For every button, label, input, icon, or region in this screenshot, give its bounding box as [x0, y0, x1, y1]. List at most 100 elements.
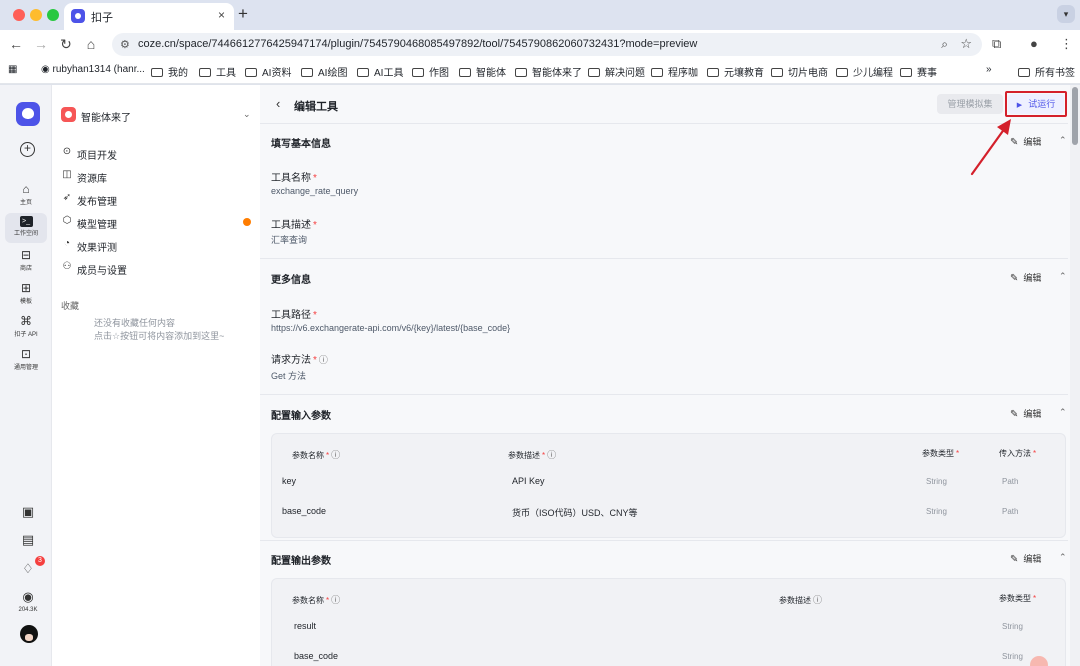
- window-minimize-button[interactable]: [30, 9, 42, 21]
- table-cell-type: String: [926, 507, 947, 516]
- library-icon: ◫: [62, 169, 72, 180]
- cube-icon: ⬡: [62, 215, 72, 226]
- browser-tab[interactable]: 扣子 ×: [64, 3, 234, 30]
- scrollbar-thumb[interactable]: [1072, 87, 1078, 145]
- edit-input-button[interactable]: ✎ 编辑: [1010, 407, 1041, 420]
- table-cell-method: Path: [1002, 507, 1019, 516]
- bookmark-folder[interactable]: AI绘图: [301, 64, 347, 79]
- bookmarks-overflow-button[interactable]: »: [986, 64, 992, 75]
- bell-icon[interactable]: ♢: [20, 561, 36, 577]
- bookmark-folder[interactable]: 我的: [151, 64, 188, 79]
- collapse-chevron-icon[interactable]: ⌃: [1059, 271, 1067, 282]
- edit-more-button[interactable]: ✎ 编辑: [1010, 271, 1041, 284]
- app-rail: + ⌂ 主页 >_ 工作空间 ⊟ 商店 ⊞ 模板 ⌘ 扣子 API ⊡ 通用管理…: [0, 85, 52, 666]
- zoom-icon[interactable]: ⌕: [941, 37, 948, 52]
- sidebar-item-evaluation[interactable]: ◔ 效果评测: [60, 235, 254, 255]
- section-title-input: 配置输入参数: [271, 411, 331, 422]
- sidebar-item-library[interactable]: ◫ 资源库: [60, 166, 254, 186]
- info-icon[interactable]: ⓘ: [813, 595, 822, 605]
- table-cell-type: String: [1002, 652, 1023, 661]
- info-icon[interactable]: ⓘ: [331, 450, 340, 460]
- home-icon[interactable]: ⌂: [83, 36, 99, 52]
- edit-basic-button[interactable]: ✎ 编辑: [1010, 135, 1041, 148]
- workspace-icon: [61, 107, 76, 122]
- window-zoom-button[interactable]: [47, 9, 59, 21]
- site-settings-icon[interactable]: ⚙: [120, 38, 130, 51]
- tool-name-value: exchange_rate_query: [271, 186, 359, 196]
- rail-item-general[interactable]: ⊡ 通用管理: [5, 345, 47, 375]
- bookmark-folder[interactable]: 元壤教育: [707, 64, 764, 79]
- info-icon[interactable]: ⓘ: [547, 450, 556, 460]
- template-icon: ⊞: [20, 281, 32, 295]
- bookmark-folder[interactable]: AI工具: [357, 64, 403, 79]
- qr-code-icon[interactable]: ▣: [20, 504, 36, 520]
- bookmark-folder[interactable]: 赛事: [900, 64, 937, 79]
- bookmark-folder[interactable]: 少儿编程: [836, 64, 893, 79]
- tab-search-icon[interactable]: ▾: [1057, 5, 1075, 23]
- bookmark-folder[interactable]: 解决问题: [588, 64, 645, 79]
- bookmark-folder[interactable]: 智能体: [459, 64, 506, 79]
- page-header: ‹ 编辑工具 管理模拟集 ▶ 试运行: [260, 85, 1068, 123]
- table-cell-desc: 货币（ISO代码）USD、CNY等: [512, 508, 638, 518]
- home-icon: ⌂: [22, 182, 30, 196]
- forward-arrow-icon[interactable]: →: [33, 36, 49, 52]
- all-bookmarks-folder[interactable]: 所有书签: [1018, 64, 1075, 79]
- sidebar-item-models[interactable]: ⬡ 模型管理: [60, 212, 254, 232]
- rocket-icon: ➶: [62, 192, 72, 203]
- manage-mock-set-button[interactable]: 管理模拟集: [937, 94, 1003, 114]
- main-content: ‹ 编辑工具 管理模拟集 ▶ 试运行 填写基本信息 ✎ 编辑 ⌃ 工具名称 * exc…: [260, 85, 1080, 666]
- bookmark-folder[interactable]: AI资料: [245, 64, 291, 79]
- address-bar[interactable]: ⚙ coze.cn/space/7446612776425947174/plug…: [112, 33, 982, 56]
- chevron-down-icon[interactable]: ⌄: [243, 109, 251, 120]
- bookmark-folder[interactable]: 工具: [199, 64, 236, 79]
- edit-icon: ✎: [1010, 554, 1019, 565]
- input-params-table: 参数名称 * ⓘ 参数描述 * ⓘ 参数类型 * 传入方法 * key API Key St…: [271, 433, 1066, 538]
- request-method-label: 请求方法 * ⓘ: [271, 355, 328, 366]
- info-icon[interactable]: ⓘ: [319, 355, 328, 365]
- workspace-name[interactable]: 智能体来了: [81, 109, 131, 124]
- rail-item-workspace[interactable]: >_ 工作空间: [5, 213, 47, 243]
- rail-item-templates[interactable]: ⊞ 模板: [5, 279, 47, 309]
- document-icon[interactable]: ▤: [20, 532, 36, 548]
- bookmark-star-icon[interactable]: ☆: [960, 36, 972, 52]
- collapse-chevron-icon[interactable]: ⌃: [1059, 407, 1067, 418]
- extensions-icon[interactable]: ⧉: [992, 36, 1001, 52]
- run-button-highlight-box: [1005, 91, 1067, 117]
- bookmark-folder[interactable]: 智能体来了: [515, 64, 582, 79]
- store-icon: ⊟: [20, 248, 32, 262]
- coze-logo-icon[interactable]: [16, 102, 40, 126]
- back-arrow-icon[interactable]: ←: [8, 36, 24, 52]
- table-cell-desc: API Key: [512, 476, 545, 486]
- sidebar-item-publish[interactable]: ➶ 发布管理: [60, 189, 254, 209]
- edit-output-button[interactable]: ✎ 编辑: [1010, 552, 1041, 565]
- create-plus-icon[interactable]: +: [20, 142, 35, 157]
- reload-icon[interactable]: ↻: [58, 36, 74, 53]
- info-icon[interactable]: ⓘ: [331, 595, 340, 605]
- bookmark-folder[interactable]: 程序咖: [651, 64, 698, 79]
- bookmark-folder[interactable]: 切片电商: [771, 64, 828, 79]
- collapse-chevron-icon[interactable]: ⌃: [1059, 552, 1067, 563]
- collapse-chevron-icon[interactable]: ⌃: [1059, 135, 1067, 146]
- rail-item-store[interactable]: ⊟ 商店: [5, 246, 47, 276]
- community-icon[interactable]: ◉: [20, 589, 36, 605]
- table-cell-method: Path: [1002, 477, 1019, 486]
- tool-path-value: https://v6.exchangerate-api.com/v6/{key}…: [271, 323, 511, 333]
- tab-close-icon[interactable]: ×: [218, 8, 225, 22]
- sidebar-item-projects[interactable]: ⊙ 项目开发: [60, 143, 254, 163]
- apps-grid-icon[interactable]: ▦: [8, 64, 17, 75]
- window-close-button[interactable]: [13, 9, 25, 21]
- browser-tab-bar: 扣子 × + ▾: [0, 0, 1080, 30]
- bookmark-folder[interactable]: 作图: [412, 64, 449, 79]
- bookmark-github[interactable]: ◉ rubyhan1314 (hanr...: [41, 64, 145, 75]
- new-tab-button[interactable]: +: [238, 4, 248, 24]
- rail-item-home[interactable]: ⌂ 主页: [5, 180, 47, 210]
- tab-title: 扣子: [91, 12, 113, 24]
- sidebar-item-members[interactable]: ⚇ 成员与设置: [60, 258, 254, 278]
- profile-icon[interactable]: ●: [1030, 36, 1038, 51]
- page-scrollbar[interactable]: [1070, 85, 1080, 666]
- back-chevron-icon[interactable]: ‹: [276, 96, 280, 111]
- avatar[interactable]: [20, 625, 38, 643]
- more-menu-icon[interactable]: ⋮: [1060, 36, 1073, 52]
- divider: [260, 540, 1068, 541]
- rail-item-api[interactable]: ⌘ 扣子 API: [5, 312, 47, 342]
